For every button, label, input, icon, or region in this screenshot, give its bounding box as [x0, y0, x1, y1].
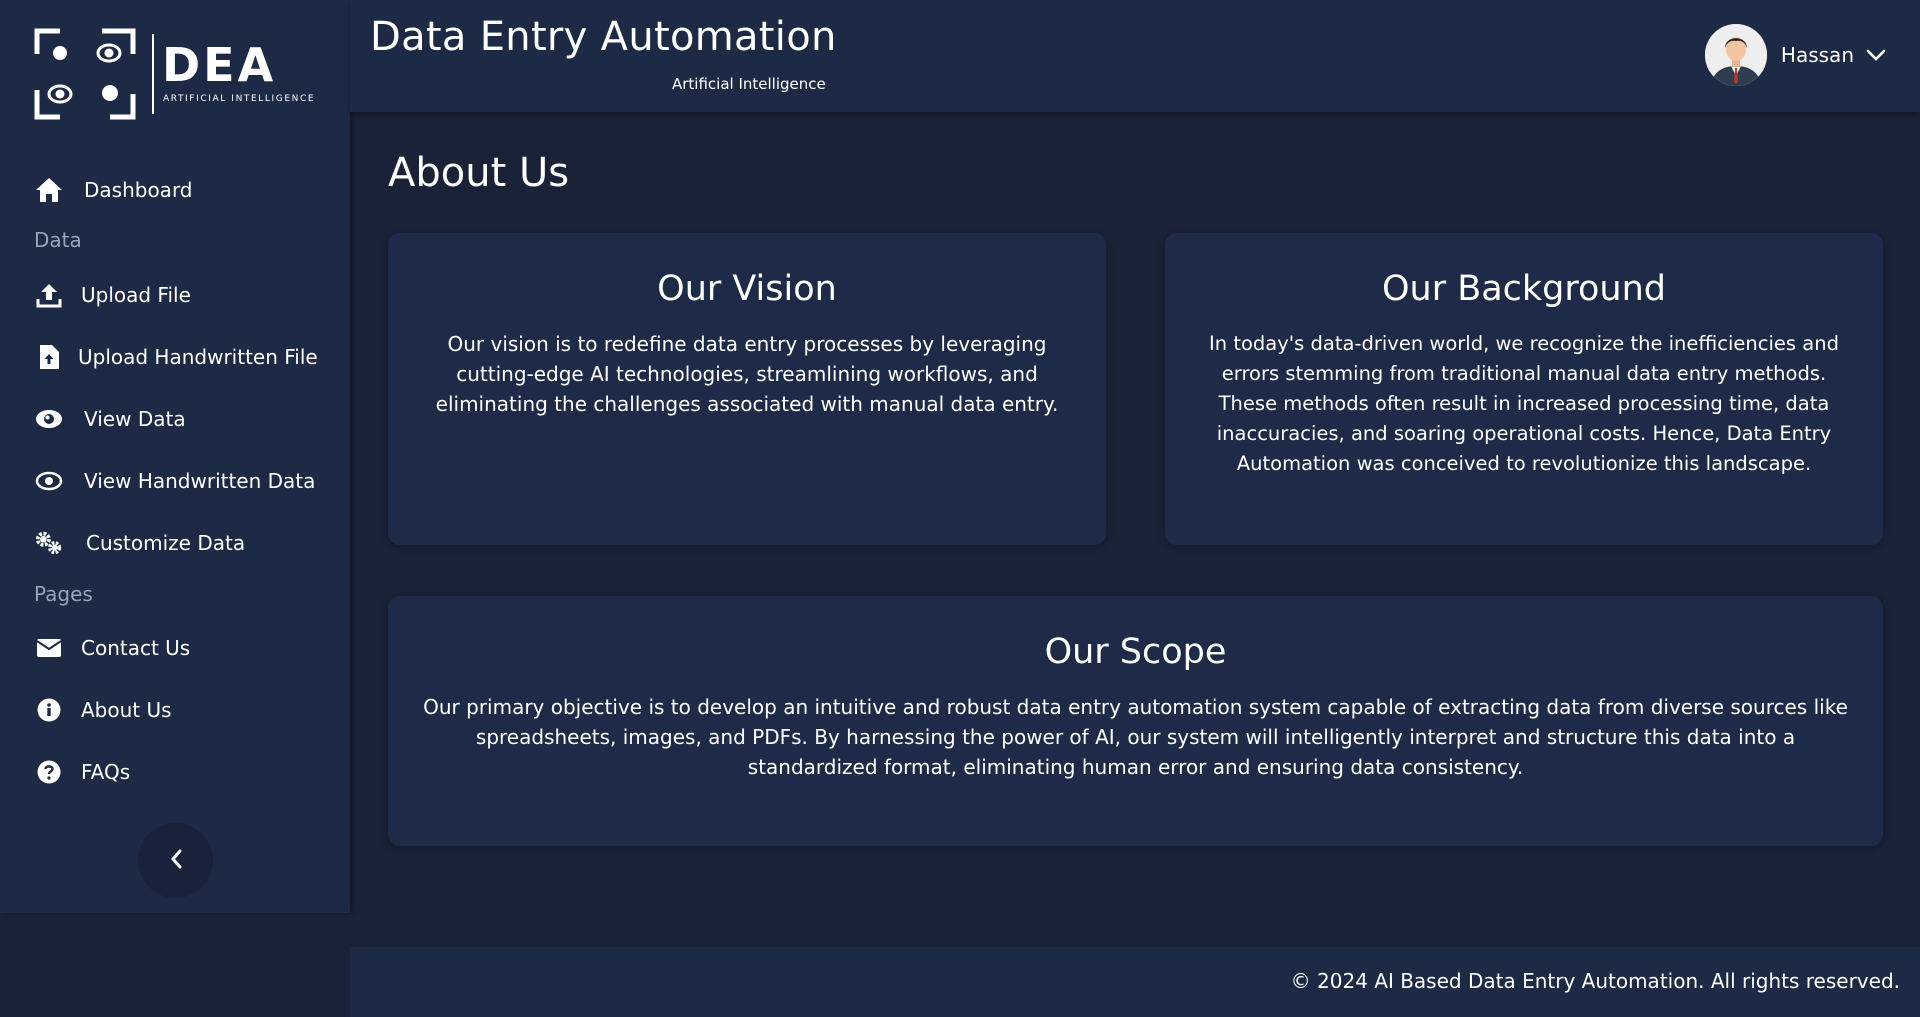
sidebar-item-label: Contact Us [81, 636, 191, 660]
top-header: Data Entry Automation Artificial Intelli… [350, 0, 1920, 112]
card-title: Our Scope [1044, 632, 1227, 672]
card-text: In today's data-driven world, we recogni… [1209, 332, 1839, 475]
sidebar-item-customize-data[interactable]: Customize Data [34, 523, 245, 563]
sidebar-item-view-data[interactable]: View Data [34, 399, 186, 439]
sidebar-item-label: View Data [84, 407, 186, 431]
scope-card: Our Scope Our primary objective is to de… [388, 596, 1883, 846]
info-icon [34, 695, 64, 725]
sidebar-item-upload-file[interactable]: Upload File [34, 275, 191, 315]
app-subtitle: Artificial Intelligence [672, 75, 826, 93]
sidebar-item-label: View Handwritten Data [84, 469, 316, 493]
file-upload-icon [34, 342, 64, 372]
sidebar-item-faqs[interactable]: FAQs [34, 752, 130, 792]
sidebar-item-upload-handwritten-file[interactable]: Upload Handwritten File [34, 337, 318, 377]
card-text: Our primary objective is to develop an i… [423, 695, 1848, 779]
question-icon [34, 757, 64, 787]
sidebar: DEA ARTIFICIAL INTELLIGENCE Dashboard Da… [0, 0, 350, 913]
page-title: About Us [388, 150, 570, 196]
sidebar-item-label: Upload Handwritten File [78, 345, 318, 369]
sidebar-item-label: Dashboard [84, 178, 193, 202]
footer: © 2024 AI Based Data Entry Automation. A… [350, 947, 1920, 1017]
sidebar-item-label: About Us [81, 698, 172, 722]
card-title: Our Vision [657, 269, 837, 309]
app-root: DEA ARTIFICIAL INTELLIGENCE Dashboard Da… [0, 0, 1920, 1017]
svg-text:DEA: DEA [162, 38, 276, 92]
sidebar-item-label: Upload File [81, 283, 191, 307]
brand-logo[interactable]: DEA ARTIFICIAL INTELLIGENCE [34, 28, 324, 120]
avatar [1704, 24, 1767, 86]
vision-card: Our Vision Our vision is to redefine dat… [388, 233, 1106, 545]
sidebar-item-dashboard[interactable]: Dashboard [34, 170, 193, 210]
section-heading-data: Data [34, 228, 82, 252]
background-card: Our Background In today's data-driven wo… [1165, 233, 1883, 545]
svg-text:ARTIFICIAL INTELLIGENCE: ARTIFICIAL INTELLIGENCE [163, 94, 315, 104]
sidebar-item-contact-us[interactable]: Contact Us [34, 628, 190, 668]
user-name: Hassan [1780, 43, 1854, 67]
eye-icon [34, 404, 64, 434]
card-text: Our vision is to redefine data entry pro… [435, 332, 1059, 416]
copyright-text: © 2024 AI Based Data Entry Automation. A… [1290, 969, 1900, 993]
sidebar-item-label: Customize Data [86, 531, 246, 555]
card-title: Our Background [1381, 269, 1667, 309]
envelope-icon [34, 633, 64, 663]
sidebar-item-view-handwritten-data[interactable]: View Handwritten Data [34, 461, 315, 501]
home-icon [34, 175, 64, 205]
logo-mark-icon: DEA ARTIFICIAL INTELLIGENCE [34, 28, 315, 120]
eye-outline-icon [34, 466, 64, 496]
collapse-sidebar-button[interactable] [138, 823, 213, 898]
app-title: Data Entry Automation [370, 14, 837, 60]
chevron-left-icon [169, 848, 183, 874]
section-heading-pages: Pages [34, 582, 93, 606]
sidebar-item-label: FAQs [81, 760, 131, 784]
user-menu[interactable]: Hassan [1704, 24, 1888, 86]
chevron-down-icon [1866, 44, 1888, 66]
upload-icon [34, 280, 64, 310]
gears-icon [34, 528, 64, 558]
sidebar-item-about-us[interactable]: About Us [34, 690, 172, 730]
